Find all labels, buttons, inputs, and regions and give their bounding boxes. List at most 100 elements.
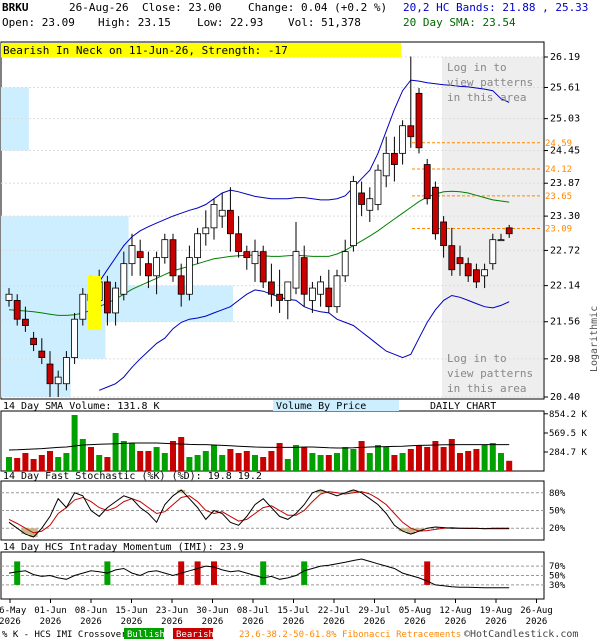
chart-header: BRKU 26-Aug-26 Close: 23.00 Change: 0.04… (2, 1, 588, 29)
date-tick-year: 2026 (445, 617, 467, 627)
stoch-tick-label: 80% (549, 489, 566, 499)
change-label: Change: 0.04 (+0.2 %) (248, 1, 387, 14)
date-axis: 26-May202601-Jun202608-Jun202615-Jun2026… (0, 599, 553, 627)
volume-bar (96, 455, 103, 471)
candle-bearish (472, 269, 480, 283)
date-tick-label: 26-May (0, 606, 27, 616)
volume-bar (317, 455, 324, 471)
crossover-bearish (211, 561, 217, 585)
volume-bar (55, 457, 62, 471)
volume-bar (71, 415, 78, 471)
volume-bar (399, 453, 406, 471)
volume-bar (112, 433, 119, 471)
candle-bearish (177, 275, 185, 295)
volume-bar (424, 447, 431, 471)
volume-bar (252, 455, 258, 471)
candle-bearish (415, 92, 423, 149)
date-tick-year: 2026 (323, 617, 345, 627)
bullish-label: Bullish (127, 630, 165, 640)
volume-bar (350, 449, 357, 471)
candle-bearish (259, 251, 267, 283)
candle-bearish (407, 125, 415, 138)
volume-bar (6, 457, 12, 471)
candle-bullish (71, 318, 78, 358)
volume-bar (202, 451, 209, 471)
volume-bar (79, 439, 86, 471)
candle-bullish (63, 357, 70, 385)
candle-bearish (390, 152, 398, 165)
volume-bar (375, 445, 381, 471)
candle-bullish (333, 275, 341, 308)
volume-bar (481, 445, 488, 471)
candle-bullish (382, 152, 390, 177)
stoch-tick-label: 20% (549, 524, 566, 534)
price-tick-label: 25.03 (550, 114, 580, 125)
volume-bar (383, 447, 390, 471)
footer: % K - HCS IMI Crossover, Bullish Bearish… (2, 628, 578, 640)
fib-label: 23.09 (545, 224, 572, 234)
candle-bullish (112, 287, 119, 314)
vol-label: Vol: 51,378 (288, 16, 361, 29)
pattern-highlight (88, 276, 101, 330)
price-tick-label: 22.14 (550, 281, 580, 292)
candle-bullish (54, 376, 62, 385)
price-tick-label: 23.30 (550, 211, 580, 222)
login-top-line: Log in to (447, 61, 507, 74)
fib-legend: 23.6-38.2-50-61.8% Fibonacci Retracement… (239, 630, 461, 640)
volume-tick-label: 569.5 K (549, 429, 588, 439)
volume-bar (47, 451, 53, 471)
candle-bearish (440, 221, 448, 247)
candle-bullish (349, 181, 357, 247)
volume-bar (153, 447, 160, 471)
sma-label: 20 Day SMA: 23.54 (403, 16, 516, 29)
date-tick-label: 08-Jun (75, 606, 108, 616)
daily-label: DAILY CHART (430, 401, 496, 412)
volume-bar (457, 453, 463, 471)
candle-bearish (431, 186, 439, 235)
candle-bearish (448, 245, 456, 271)
copyright: ©HotCandlestick.com (464, 629, 578, 640)
candle-bearish (505, 227, 513, 235)
bearish-label: Bearish (176, 630, 214, 640)
date-tick-label: 15-Jul (277, 606, 310, 616)
date-label: 26-Aug-26 (69, 1, 129, 14)
footer-legend: % K - HCS IMI Crossover, (2, 630, 132, 640)
imi-panel: 14 Day HCS Intraday Momentum (IMI): 23.9… (0, 542, 566, 600)
candle-bearish (226, 209, 234, 235)
candle-bullish (194, 233, 202, 259)
date-tick-label: 12-Aug (439, 606, 472, 616)
price-tick-label: 26.19 (550, 52, 580, 63)
volume-bar (407, 449, 414, 471)
date-tick-label: 05-Aug (399, 606, 432, 616)
candle-bullish (284, 281, 292, 301)
price-tick-label: 20.98 (550, 354, 580, 365)
date-tick-year: 2026 (526, 617, 548, 627)
scale-label: Logarithmic (589, 306, 600, 372)
date-tick-label: 23-Jun (156, 606, 189, 616)
crossover-bullish (14, 561, 21, 585)
candle-bearish (267, 281, 275, 295)
date-tick-label: 08-Jul (237, 606, 270, 616)
candle-bearish (464, 263, 472, 277)
candle-bullish (308, 287, 316, 301)
login-bottom-line: in this area (447, 382, 526, 395)
imi-label: 14 Day HCS Intraday Momentum (IMI): 23.9 (3, 542, 244, 553)
volume-bar (63, 453, 70, 471)
vbp-label: Volume By Price (276, 401, 366, 412)
price-tick-label: 23.87 (550, 178, 580, 189)
date-tick-year: 2026 (40, 617, 62, 627)
price-tick-label: 25.61 (550, 82, 580, 93)
candle-bullish (128, 245, 136, 265)
volume-bar (170, 441, 176, 471)
candle-bearish (13, 300, 21, 320)
price-tick-label: 22.72 (550, 245, 580, 256)
volume-bar (465, 451, 472, 471)
volume-bar (416, 445, 422, 471)
volume-bar (194, 455, 201, 471)
stoch-oversold-fill (21, 528, 30, 535)
login-bottom-line: Log in to (447, 352, 507, 365)
date-tick-label: 26-Aug (520, 606, 553, 616)
login-bottom-line: view patterns (447, 367, 533, 380)
symbol-label: BRKU (2, 1, 29, 14)
date-tick-year: 2026 (161, 617, 183, 627)
